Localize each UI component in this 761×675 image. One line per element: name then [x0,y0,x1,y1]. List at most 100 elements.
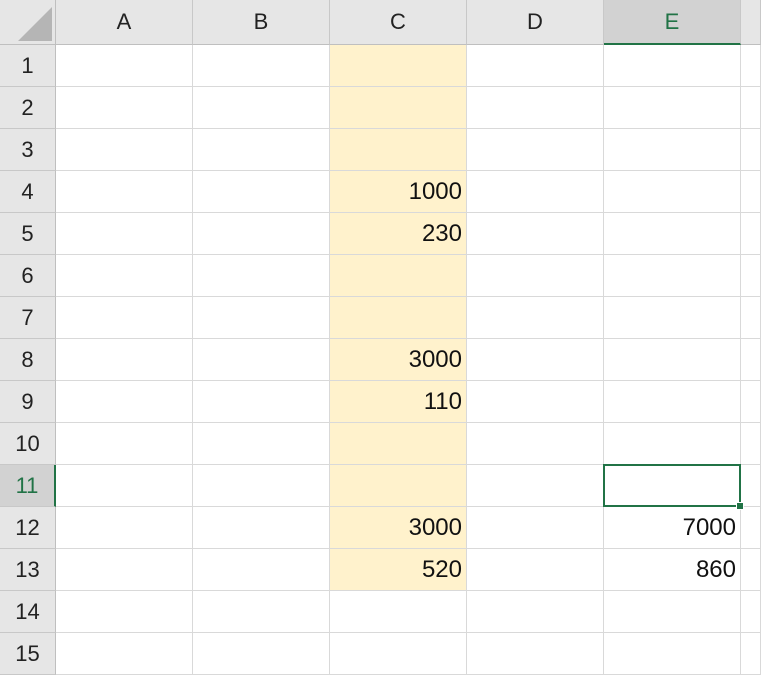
spreadsheet-grid[interactable]: A B C D E 1 2 3 4 1000 5 230 6 7 8 3000 9 110 10 11 12 3000 70… [0,0,761,675]
cell-next-column[interactable] [741,213,761,255]
cell-e2[interactable] [604,87,741,129]
cell-a10[interactable] [56,423,193,465]
cell-d1[interactable] [467,45,604,87]
cell-a8[interactable] [56,339,193,381]
cell-next-column[interactable] [741,339,761,381]
cell-a4[interactable] [56,171,193,213]
cell-a7[interactable] [56,297,193,339]
fill-handle[interactable] [736,502,744,510]
column-header-d[interactable]: D [467,0,604,45]
cell-e11[interactable] [604,465,741,507]
cell-next-column[interactable] [741,465,761,507]
row-header-2[interactable]: 2 [0,87,56,129]
cell-e5[interactable] [604,213,741,255]
cell-e7[interactable] [604,297,741,339]
cell-a5[interactable] [56,213,193,255]
cell-b10[interactable] [193,423,330,465]
cell-a3[interactable] [56,129,193,171]
cell-d9[interactable] [467,381,604,423]
cell-c10[interactable] [330,423,467,465]
cell-b5[interactable] [193,213,330,255]
cell-next-column[interactable] [741,255,761,297]
row-header-13[interactable]: 13 [0,549,56,591]
cell-b13[interactable] [193,549,330,591]
cell-next-column[interactable] [741,87,761,129]
row-header-1[interactable]: 1 [0,45,56,87]
cell-d4[interactable] [467,171,604,213]
column-header-b[interactable]: B [193,0,330,45]
cell-next-column[interactable] [741,129,761,171]
row-header-9[interactable]: 9 [0,381,56,423]
cell-a1[interactable] [56,45,193,87]
row-header-11[interactable]: 11 [0,465,56,507]
column-header-e[interactable]: E [604,0,741,45]
cell-b6[interactable] [193,255,330,297]
cell-b1[interactable] [193,45,330,87]
cell-a9[interactable] [56,381,193,423]
cell-d3[interactable] [467,129,604,171]
cell-e9[interactable] [604,381,741,423]
cell-c15[interactable] [330,633,467,675]
cell-b4[interactable] [193,171,330,213]
cell-a6[interactable] [56,255,193,297]
cell-c3[interactable] [330,129,467,171]
cell-c9[interactable]: 110 [330,381,467,423]
row-header-5[interactable]: 5 [0,213,56,255]
cell-e15[interactable] [604,633,741,675]
cell-b3[interactable] [193,129,330,171]
column-header-next[interactable] [741,0,761,45]
cell-a14[interactable] [56,591,193,633]
cell-e3[interactable] [604,129,741,171]
row-header-15[interactable]: 15 [0,633,56,675]
cell-d13[interactable] [467,549,604,591]
cell-c2[interactable] [330,87,467,129]
cell-b14[interactable] [193,591,330,633]
cell-d7[interactable] [467,297,604,339]
row-header-10[interactable]: 10 [0,423,56,465]
row-header-14[interactable]: 14 [0,591,56,633]
cell-d8[interactable] [467,339,604,381]
cell-next-column[interactable] [741,507,761,549]
cell-e12[interactable]: 7000 [604,507,741,549]
cell-c5[interactable]: 230 [330,213,467,255]
cell-a15[interactable] [56,633,193,675]
cell-c11[interactable] [330,465,467,507]
cell-c1[interactable] [330,45,467,87]
cell-e1[interactable] [604,45,741,87]
cell-b8[interactable] [193,339,330,381]
cell-c12[interactable]: 3000 [330,507,467,549]
cell-c6[interactable] [330,255,467,297]
cell-e13[interactable]: 860 [604,549,741,591]
cell-next-column[interactable] [741,423,761,465]
cell-next-column[interactable] [741,45,761,87]
cell-b11[interactable] [193,465,330,507]
cell-c4[interactable]: 1000 [330,171,467,213]
row-header-6[interactable]: 6 [0,255,56,297]
cell-b2[interactable] [193,87,330,129]
cell-a13[interactable] [56,549,193,591]
cell-d10[interactable] [467,423,604,465]
cell-b15[interactable] [193,633,330,675]
cell-d2[interactable] [467,87,604,129]
cell-b9[interactable] [193,381,330,423]
cell-c7[interactable] [330,297,467,339]
cell-c13[interactable]: 520 [330,549,467,591]
cell-next-column[interactable] [741,633,761,675]
column-header-a[interactable]: A [56,0,193,45]
row-header-7[interactable]: 7 [0,297,56,339]
cell-b12[interactable] [193,507,330,549]
cell-d12[interactable] [467,507,604,549]
cell-next-column[interactable] [741,297,761,339]
row-header-12[interactable]: 12 [0,507,56,549]
cell-next-column[interactable] [741,171,761,213]
cell-d14[interactable] [467,591,604,633]
cell-a11[interactable] [56,465,193,507]
column-header-c[interactable]: C [330,0,467,45]
cell-next-column[interactable] [741,381,761,423]
cell-e4[interactable] [604,171,741,213]
cell-next-column[interactable] [741,591,761,633]
row-header-8[interactable]: 8 [0,339,56,381]
cell-d6[interactable] [467,255,604,297]
select-all-button[interactable] [0,0,56,45]
cell-d11[interactable] [467,465,604,507]
